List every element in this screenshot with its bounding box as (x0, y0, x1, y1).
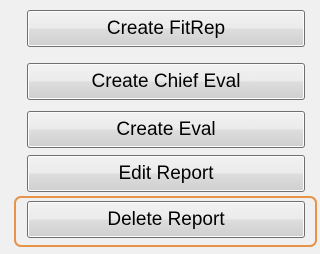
report-actions-panel: Create FitRep Create Chief Eval Create E… (0, 0, 320, 254)
create-eval-button[interactable]: Create Eval (27, 111, 305, 148)
edit-report-button[interactable]: Edit Report (27, 155, 305, 192)
create-fitrep-button[interactable]: Create FitRep (27, 10, 305, 47)
create-chief-eval-button[interactable]: Create Chief Eval (27, 63, 305, 100)
delete-report-button[interactable]: Delete Report (27, 201, 305, 238)
